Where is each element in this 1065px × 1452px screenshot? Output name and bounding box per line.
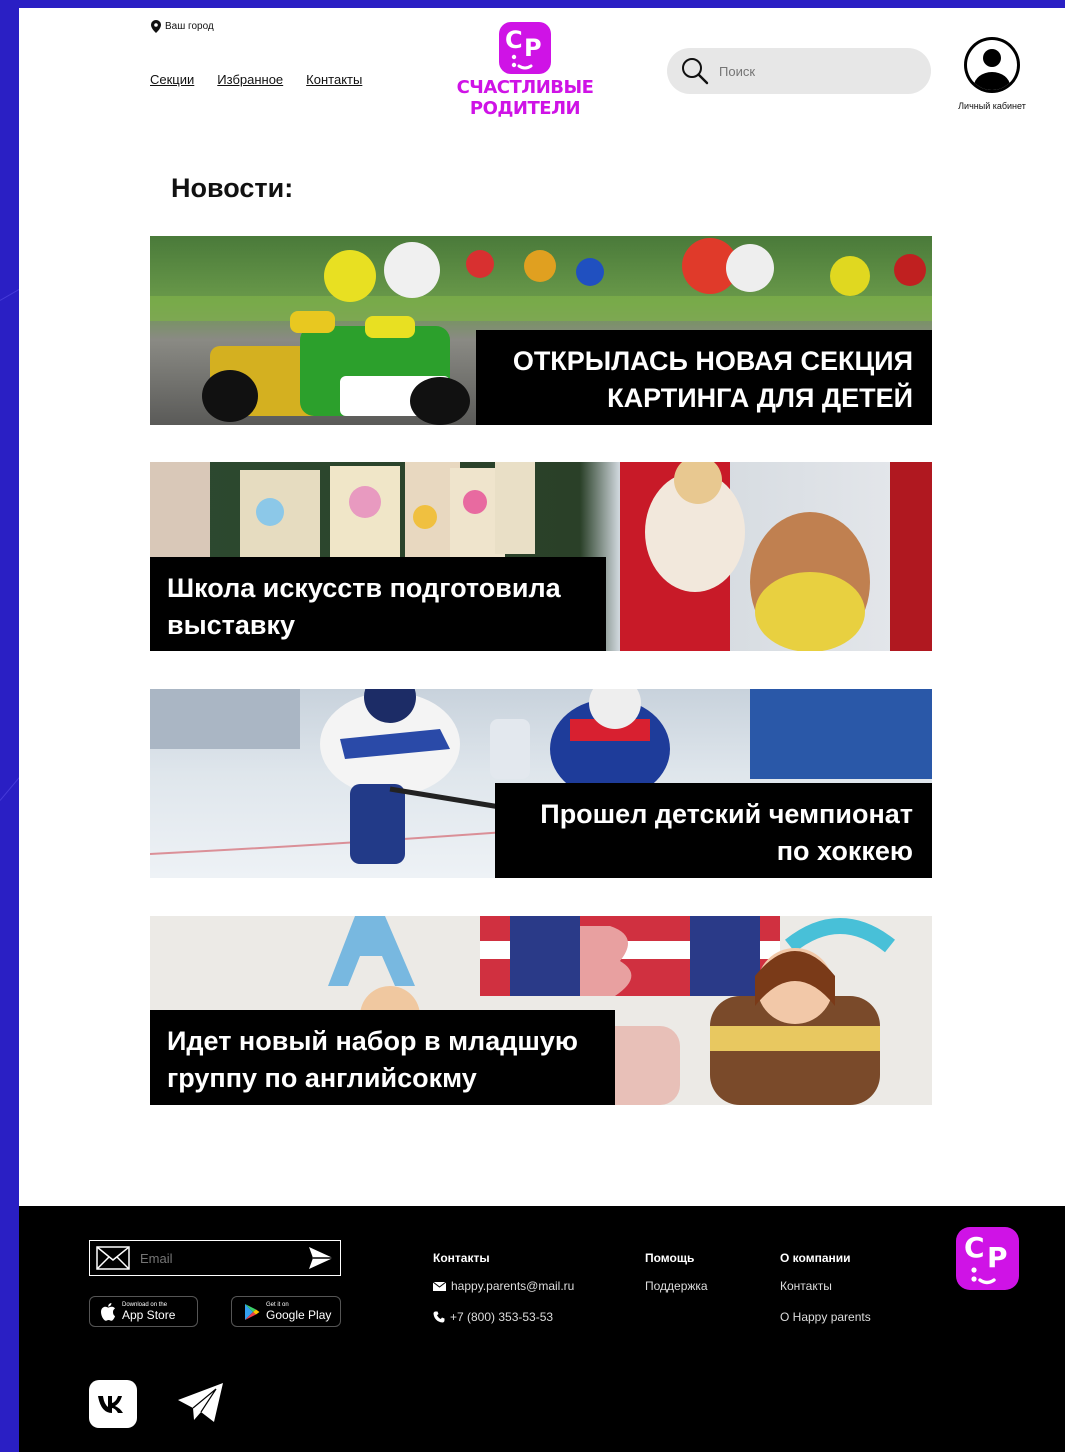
news-card-karting[interactable]: ОТКРЫЛАСЬ НОВАЯ СЕКЦИЯ КАРТИНГА ДЛЯ ДЕТЕ… <box>150 236 932 425</box>
footer-contacts-title: Контакты <box>433 1251 490 1265</box>
footer-email-link[interactable]: happy.parents@mail.ru <box>433 1279 574 1293</box>
news-card-art-school[interactable]: Школа искусств подготовила выставку <box>150 462 932 651</box>
footer-phone-link[interactable]: +7 (800) 353-53-53 <box>433 1310 574 1324</box>
account-label: Личный кабинет <box>958 101 1026 111</box>
logo[interactable]: С Р СЧАСТЛИВЫЕ РОДИТЕЛИ <box>455 22 595 119</box>
footer-company-title: О компании <box>780 1251 851 1265</box>
news-caption: Школа искусств подготовила выставку <box>150 557 606 651</box>
city-label: Ваш город <box>165 21 214 32</box>
newsletter-form <box>89 1240 341 1276</box>
footer-about-link[interactable]: О Happy parents <box>780 1310 871 1324</box>
app-store-button[interactable]: Download on the App Store <box>89 1296 198 1327</box>
footer-company-column: О компании Контакты О Happy parents <box>780 1251 871 1341</box>
news-caption: ОТКРЫЛАСЬ НОВАЯ СЕКЦИЯ КАРТИНГА ДЛЯ ДЕТЕ… <box>476 330 932 425</box>
news-caption: Прошел детский чемпионат по хоккею <box>495 783 932 878</box>
nav-sections[interactable]: Секции <box>150 72 194 87</box>
footer-company-contacts-link[interactable]: Контакты <box>780 1279 871 1293</box>
city-selector[interactable]: Ваш город <box>151 20 214 33</box>
footer-logo-icon[interactable]: С Р <box>956 1227 1019 1290</box>
send-icon[interactable] <box>308 1246 334 1270</box>
nav-favorites[interactable]: Избранное <box>217 72 283 87</box>
account-button[interactable]: Личный кабинет <box>947 36 1037 111</box>
news-card-hockey[interactable]: Прошел детский чемпионат по хоккею <box>150 689 932 878</box>
page-title: Новости: <box>171 173 294 203</box>
app-store-label: App Store <box>122 1307 176 1322</box>
main-nav: Секции Избранное Контакты <box>150 72 362 87</box>
nav-contacts[interactable]: Контакты <box>306 72 362 87</box>
news-caption: Идет новый набор в младшую группу по анг… <box>150 1010 615 1105</box>
footer-contacts-column: Контакты happy.parents@mail.ru +7 (800) … <box>433 1251 574 1341</box>
user-avatar-icon <box>964 37 1020 93</box>
envelope-icon <box>433 1281 446 1291</box>
news-card-english[interactable]: Идет новый набор в младшую группу по анг… <box>150 916 932 1105</box>
mail-icon <box>96 1246 130 1270</box>
logo-badge-icon: С Р <box>499 22 551 74</box>
phone-icon <box>433 1311 445 1323</box>
newsletter-email-input[interactable] <box>138 1249 302 1267</box>
page: Ваш город Секции Избранное Контакты С Р … <box>19 8 1065 1452</box>
search-input[interactable] <box>717 62 911 80</box>
location-pin-icon <box>151 20 161 33</box>
logo-text: СЧАСТЛИВЫЕ РОДИТЕЛИ <box>456 77 594 119</box>
apple-icon <box>101 1303 115 1321</box>
vk-icon[interactable] <box>89 1380 137 1428</box>
google-play-label: Google Play <box>266 1307 332 1322</box>
google-play-button[interactable]: Get it on Google Play <box>231 1296 341 1327</box>
search-bar[interactable] <box>667 48 931 94</box>
footer-help-column: Помощь Поддержка <box>645 1251 708 1310</box>
smile-icon <box>511 54 533 70</box>
telegram-icon[interactable] <box>176 1380 226 1426</box>
smile-icon <box>971 1267 996 1285</box>
footer-help-title: Помощь <box>645 1251 695 1265</box>
footer-support-link[interactable]: Поддержка <box>645 1279 708 1293</box>
search-icon <box>682 58 709 85</box>
google-play-icon <box>245 1303 260 1320</box>
footer: Download on the App Store Get it on Goog… <box>19 1206 1065 1452</box>
